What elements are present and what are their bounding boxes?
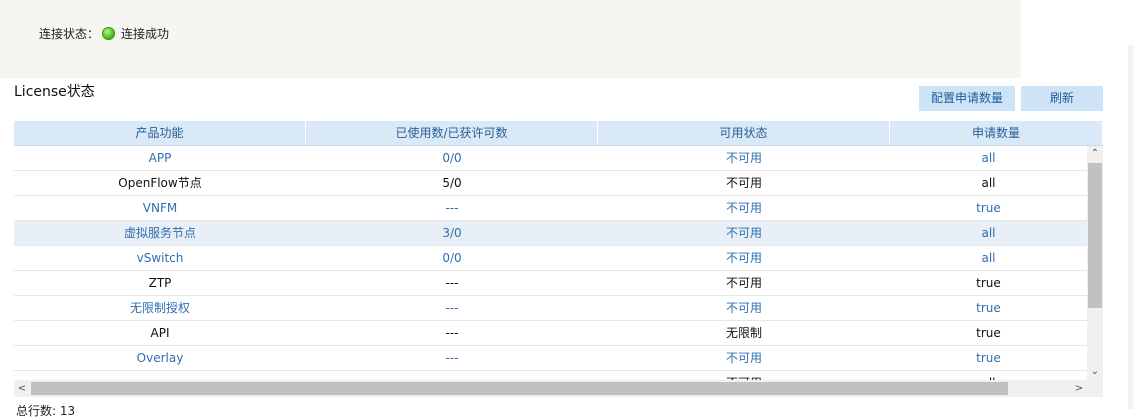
table-body: APP 0/0 不可用 all OpenFlow节点 5/0 不可用 all VNFM --- 不可… xyxy=(14,146,1087,380)
scroll-up-icon[interactable]: ⌃ xyxy=(1087,146,1103,162)
page-scrollbar[interactable] xyxy=(1128,45,1133,409)
table-row[interactable]: 虚拟服务节点 3/0 不可用 all xyxy=(14,221,1087,246)
cell-usage: 5/0 xyxy=(442,176,462,190)
total-rows: 总行数: 13 xyxy=(16,404,76,418)
column-header-usage[interactable]: 已使用数/已获许可数 xyxy=(306,121,598,145)
scroll-left-icon[interactable]: < xyxy=(14,380,30,397)
config-request-quantity-button[interactable]: 配置申请数量 xyxy=(919,86,1015,111)
cell-request: true xyxy=(976,351,1001,365)
cell-product: 虚拟服务节点 xyxy=(123,226,196,240)
cell-product: VNFM xyxy=(142,201,178,215)
cell-product: Overlay xyxy=(136,351,184,365)
status-ok-icon xyxy=(102,26,116,40)
vertical-scroll-thumb[interactable] xyxy=(1088,163,1102,308)
scroll-right-icon[interactable]: > xyxy=(1071,380,1087,397)
vertical-scrollbar[interactable]: ⌃ ⌄ xyxy=(1087,146,1103,380)
cell-product: OpenFlow节点 xyxy=(118,176,202,190)
column-header-request[interactable]: 申请数量 xyxy=(890,121,1103,145)
connection-status-value: 连接成功 xyxy=(121,26,170,41)
cell-product: vSwitch xyxy=(136,251,184,265)
cell-status: 无限制 xyxy=(725,326,762,340)
cell-usage: 0/0 xyxy=(442,251,462,265)
column-header-product[interactable]: 产品功能 xyxy=(14,121,306,145)
cell-usage: --- xyxy=(445,201,459,215)
cell-usage: 0/0 xyxy=(442,151,462,165)
table-row[interactable]: 不可用all xyxy=(14,371,1087,380)
status-panel: 连接状态： 连接成功 xyxy=(0,0,1021,78)
table-row[interactable]: vSwitch 0/0 不可用 all xyxy=(14,246,1087,271)
cell-request: all xyxy=(981,251,996,265)
cell-status: 不可用 xyxy=(725,201,762,215)
table-row[interactable]: APP 0/0 不可用 all xyxy=(14,146,1087,171)
cell-status: 不可用 xyxy=(725,276,762,290)
connection-status-label: 连接状态： xyxy=(39,26,100,41)
cell-request: true xyxy=(976,326,1001,340)
table-row[interactable]: VNFM --- 不可用 true xyxy=(14,196,1087,221)
license-table: 产品功能 已使用数/已获许可数 可用状态 申请数量 APP 0/0 不可用 all Op… xyxy=(14,121,1103,397)
refresh-button[interactable]: 刷新 xyxy=(1021,86,1103,111)
cell-request: true xyxy=(976,301,1001,315)
table-row[interactable]: ZTP --- 不可用 true xyxy=(14,271,1087,296)
cell-request: all xyxy=(890,371,1087,380)
cell-product xyxy=(14,371,306,380)
cell-usage xyxy=(306,371,598,380)
cell-product: 无限制授权 xyxy=(129,301,190,315)
table-row[interactable]: 无限制授权 --- 不可用 true xyxy=(14,296,1087,321)
table-row[interactable]: API --- 无限制 true xyxy=(14,321,1087,346)
horizontal-scrollbar[interactable]: < > xyxy=(14,380,1103,397)
scroll-down-icon[interactable]: ⌄ xyxy=(1087,364,1103,380)
cell-usage: --- xyxy=(445,326,459,340)
cell-request: true xyxy=(976,201,1001,215)
table-row[interactable]: OpenFlow节点 5/0 不可用 all xyxy=(14,171,1087,196)
cell-status: 不可用 xyxy=(725,151,762,165)
cell-status: 不可用 xyxy=(725,226,762,240)
cell-product: API xyxy=(150,326,170,340)
cell-usage: --- xyxy=(445,351,459,365)
cell-status: 不可用 xyxy=(598,371,890,380)
cell-request: all xyxy=(981,151,996,165)
column-header-status[interactable]: 可用状态 xyxy=(598,121,890,145)
section-title: License状态 xyxy=(14,84,95,100)
connection-status: 连接状态： 连接成功 xyxy=(39,24,169,42)
cell-request: all xyxy=(981,226,996,240)
table-row[interactable]: Overlay --- 不可用 true xyxy=(14,346,1087,371)
cell-usage: --- xyxy=(445,276,459,290)
cell-status: 不可用 xyxy=(725,351,762,365)
cell-status: 不可用 xyxy=(725,176,762,190)
cell-request: all xyxy=(981,176,996,190)
cell-status: 不可用 xyxy=(725,251,762,265)
horizontal-scroll-thumb[interactable] xyxy=(31,382,1008,395)
cell-usage: --- xyxy=(445,301,459,315)
cell-usage: 3/0 xyxy=(442,226,462,240)
cell-status: 不可用 xyxy=(725,301,762,315)
table-header: 产品功能 已使用数/已获许可数 可用状态 申请数量 xyxy=(14,121,1103,146)
cell-product: ZTP xyxy=(148,276,172,290)
cell-product: APP xyxy=(148,151,172,165)
cell-request: true xyxy=(976,276,1001,290)
